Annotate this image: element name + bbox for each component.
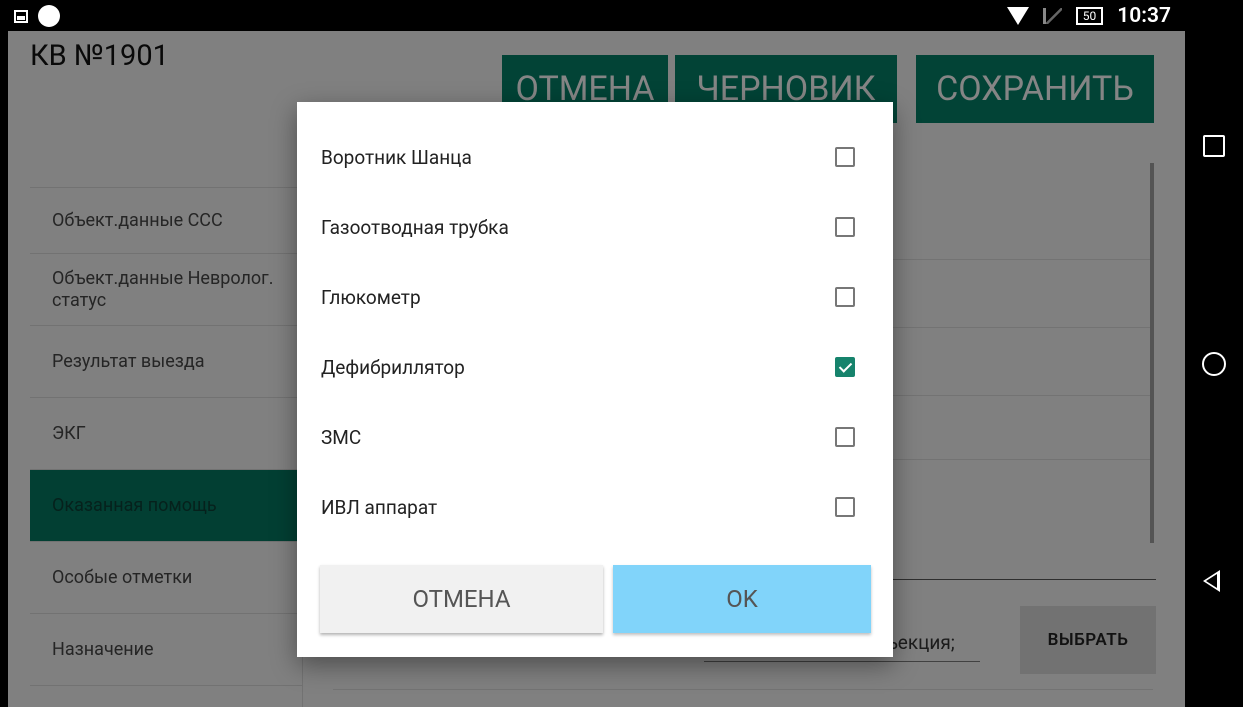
option-label: Воротник Шанца: [321, 145, 472, 169]
checkbox[interactable]: [835, 427, 855, 447]
option-label: ИВЛ аппарат: [321, 495, 438, 519]
home-icon[interactable]: [1202, 352, 1226, 376]
back-icon[interactable]: [1203, 570, 1220, 592]
dialog-cancel-button[interactable]: ОТМЕНА: [320, 565, 603, 633]
checkbox[interactable]: [835, 147, 855, 167]
checkbox[interactable]: [835, 497, 855, 517]
checkbox-checked[interactable]: [835, 357, 855, 377]
option-label: Дефибриллятор: [321, 355, 465, 379]
equipment-select-dialog: Воротник Шанца Газоотводная трубка Глюко…: [297, 102, 893, 657]
option-row[interactable]: Газоотводная трубка: [297, 192, 893, 262]
dialog-ok-button[interactable]: OK: [613, 565, 871, 633]
recents-icon[interactable]: [1203, 135, 1225, 157]
option-row[interactable]: ЗМС: [297, 402, 893, 472]
option-label: Глюкометр: [321, 285, 421, 309]
option-row[interactable]: Глюкометр: [297, 262, 893, 332]
battery-icon: 50: [1075, 7, 1104, 25]
wifi-icon: [1006, 7, 1029, 25]
no-sim-icon: [1042, 8, 1062, 24]
navigation-bar: [1185, 0, 1243, 707]
option-label: ЗМС: [321, 425, 362, 449]
option-row[interactable]: ИВЛ аппарат: [297, 472, 893, 542]
clock: 10:37: [1117, 4, 1171, 28]
status-bar: 50 10:37: [0, 0, 1185, 31]
image-notification-icon: [14, 9, 28, 23]
checkbox[interactable]: [835, 287, 855, 307]
option-label: Газоотводная трубка: [321, 215, 509, 239]
option-row[interactable]: Воротник Шанца: [297, 122, 893, 192]
record-notification-icon: [38, 5, 60, 27]
checkbox[interactable]: [835, 217, 855, 237]
option-row[interactable]: Дефибриллятор: [297, 332, 893, 402]
